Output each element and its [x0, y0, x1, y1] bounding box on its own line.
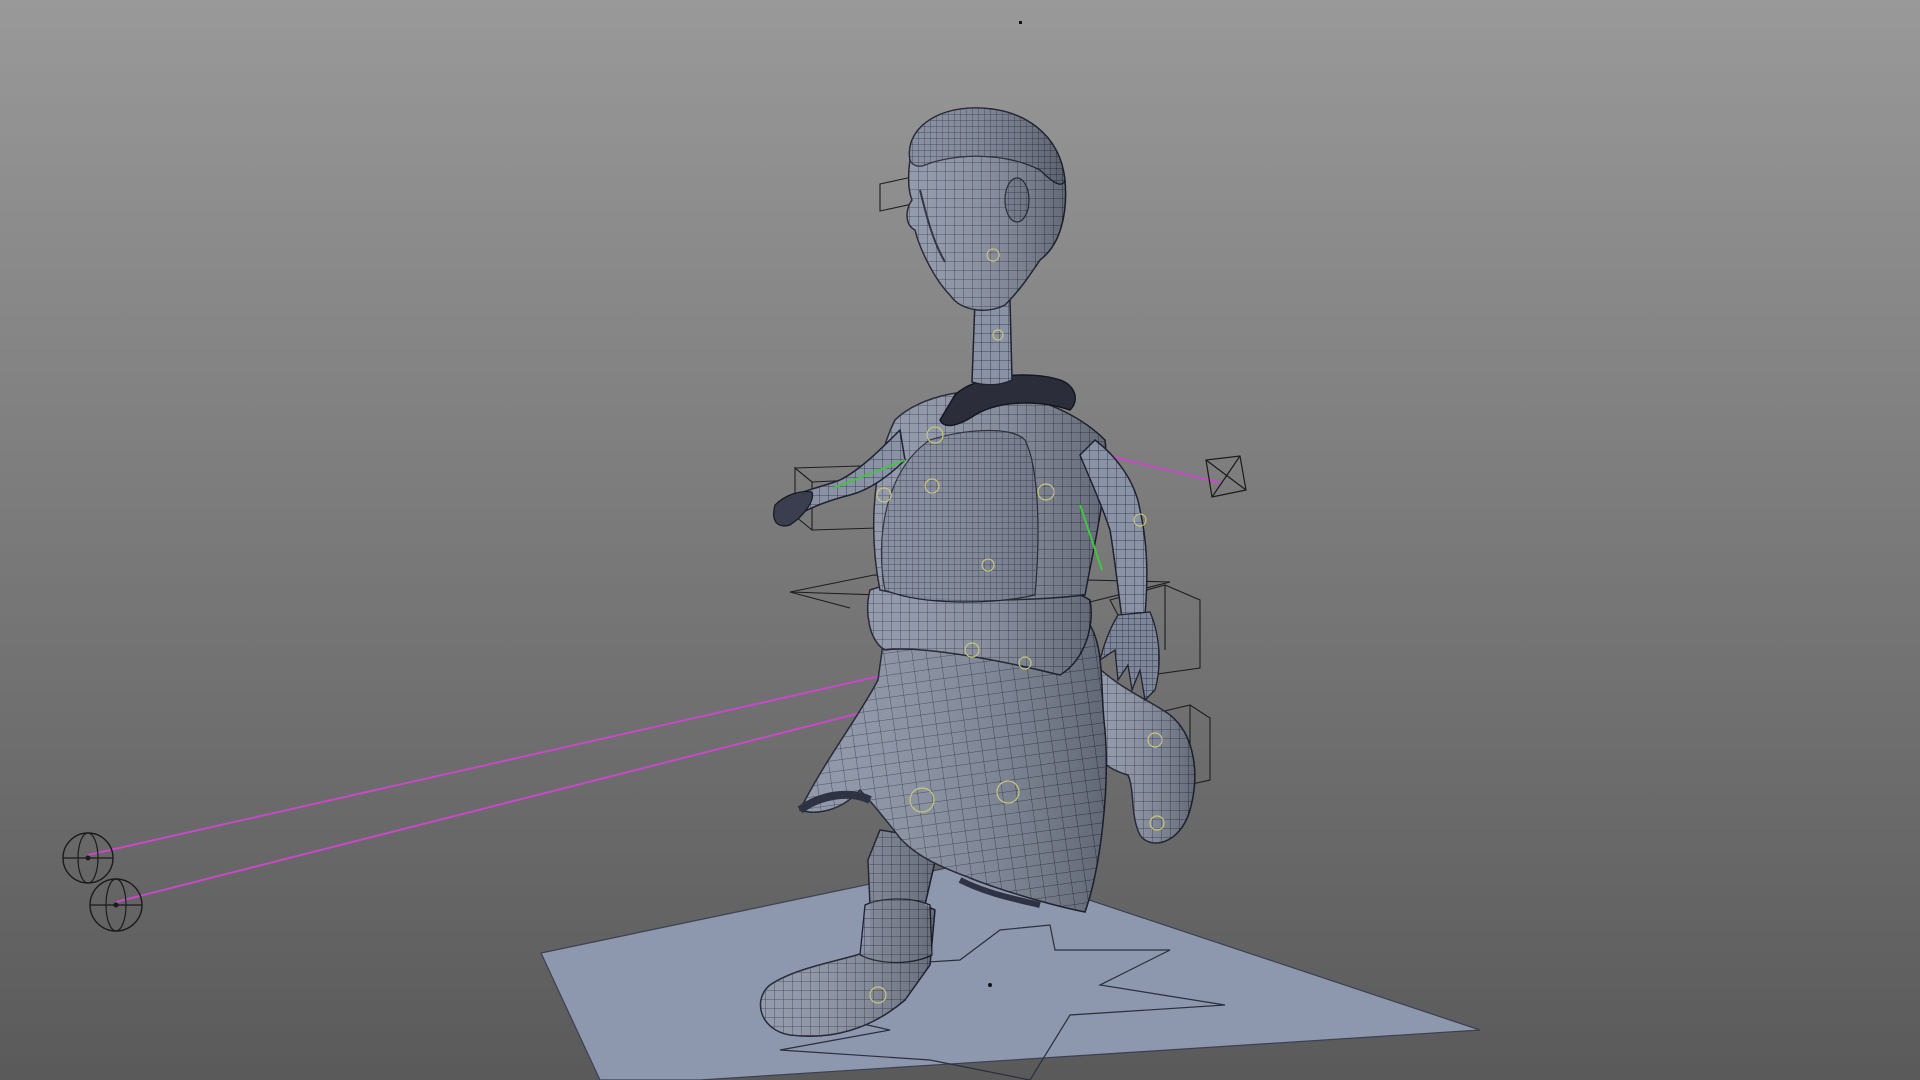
3d-viewport[interactable]: [0, 0, 1920, 1080]
top-locator[interactable]: [1019, 21, 1022, 24]
star-center-locator: [988, 983, 992, 987]
viewport-canvas[interactable]: [0, 0, 1920, 1080]
mesh-neck[interactable]: [971, 298, 1013, 386]
